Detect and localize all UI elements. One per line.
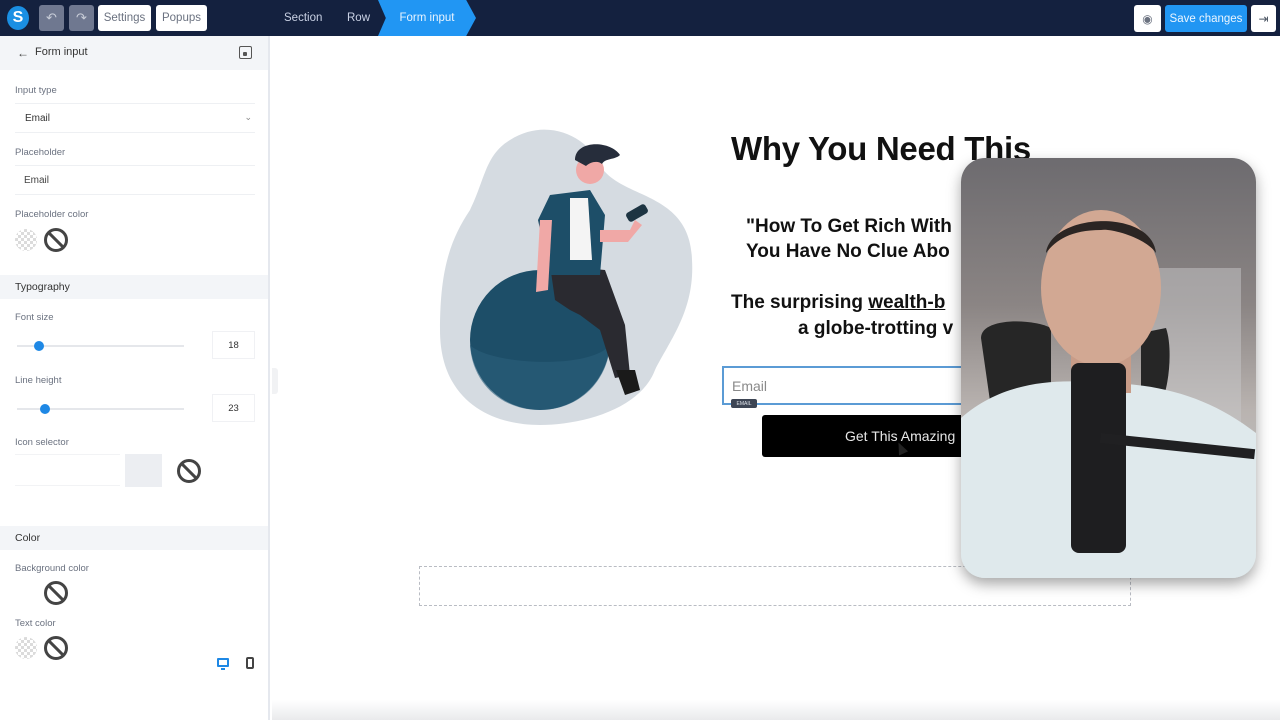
undo-button[interactable]: ↶	[39, 5, 64, 31]
clear-placeholder-color-icon[interactable]	[44, 228, 68, 252]
properties-sidebar: ← Form input Input type Email ⌄ Placehol…	[0, 36, 270, 720]
exit-button[interactable]: ⇥	[1251, 5, 1276, 32]
clear-background-color-icon[interactable]	[44, 581, 68, 605]
webcam-overlay	[961, 158, 1256, 578]
text-color-swatch[interactable]	[15, 637, 37, 659]
preview-button[interactable]: ◉	[1134, 5, 1161, 32]
input-type-label: Input type	[15, 85, 57, 96]
quote-line-1: "How To Get Rich With	[746, 216, 952, 237]
webcam-microphone	[1071, 363, 1126, 553]
back-arrow-icon[interactable]: ←	[17, 46, 29, 60]
icon-selector-input[interactable]	[15, 454, 120, 486]
app-logo[interactable]: S	[7, 6, 29, 30]
clear-icon-selector-icon[interactable]	[177, 459, 201, 483]
eye-icon: ◉	[1142, 11, 1153, 26]
background-color-label: Background color	[15, 563, 89, 574]
font-size-slider-thumb[interactable]	[33, 341, 44, 351]
chevron-down-icon: ⌄	[244, 112, 252, 122]
input-type-select[interactable]: Email ⌄	[15, 103, 255, 133]
redo-icon: ↷	[76, 10, 87, 25]
subheadline-line-2: a globe-trotting v	[798, 318, 954, 339]
color-section-header[interactable]: Color	[0, 526, 268, 550]
exit-icon: ⇥	[1258, 11, 1269, 26]
breadcrumb-form-input[interactable]: Form input	[378, 0, 476, 36]
mobile-view-icon[interactable]	[246, 657, 254, 669]
person-on-ball-illustration	[440, 129, 693, 425]
subheadline-link[interactable]: wealth-b	[868, 292, 945, 313]
webcam-presenter-figure	[961, 210, 1256, 578]
cta-button[interactable]: Get This Amazing	[762, 415, 982, 457]
top-toolbar: S ↶ ↷ Settings Popups Section Row Form i…	[0, 0, 1280, 36]
placeholder-label: Placeholder	[15, 147, 66, 158]
desktop-view-icon[interactable]	[217, 658, 229, 670]
font-size-input[interactable]: 18	[212, 331, 255, 359]
email-input[interactable]: Email	[722, 366, 982, 405]
placeholder-color-swatch[interactable]	[15, 229, 37, 251]
canvas-bottom-edge	[272, 700, 1280, 720]
line-height-label: Line height	[15, 375, 62, 386]
quote-line-2: You Have No Clue Abo	[746, 241, 950, 262]
icon-selector-preview[interactable]	[125, 454, 162, 487]
icon-selector-label: Icon selector	[15, 437, 69, 448]
line-height-slider-thumb[interactable]	[40, 404, 51, 414]
breadcrumb-section[interactable]: Section	[284, 0, 322, 36]
breadcrumb-row[interactable]: Row	[347, 0, 370, 36]
sidebar-collapse-handle[interactable]	[272, 368, 278, 394]
save-icon[interactable]	[239, 46, 252, 59]
subheadline[interactable]: The surprising wealth-b a globe-trotting…	[731, 290, 953, 342]
typography-section-header[interactable]: Typography	[0, 275, 268, 299]
font-size-slider[interactable]	[17, 341, 184, 351]
settings-button[interactable]: Settings	[98, 5, 151, 31]
input-type-value: Email	[25, 113, 51, 124]
line-height-slider[interactable]	[17, 404, 184, 414]
redo-button[interactable]: ↷	[69, 5, 94, 31]
element-type-badge: EMAIL	[731, 399, 757, 408]
line-height-input[interactable]: 23	[212, 394, 255, 422]
clear-text-color-icon[interactable]	[44, 636, 68, 660]
subheadline-prefix: The surprising	[731, 292, 869, 313]
save-changes-button[interactable]: Save changes	[1165, 5, 1247, 32]
popups-button[interactable]: Popups	[156, 5, 207, 31]
undo-icon: ↶	[46, 10, 57, 25]
placeholder-input[interactable]: Email	[15, 165, 255, 195]
sidebar-title: Form input	[35, 46, 88, 58]
placeholder-color-label: Placeholder color	[15, 209, 89, 220]
book-title-quote[interactable]: "How To Get Rich With You Have No Clue A…	[746, 214, 986, 264]
font-size-label: Font size	[15, 312, 54, 323]
sidebar-header: ← Form input	[0, 36, 268, 70]
text-color-label: Text color	[15, 618, 56, 629]
